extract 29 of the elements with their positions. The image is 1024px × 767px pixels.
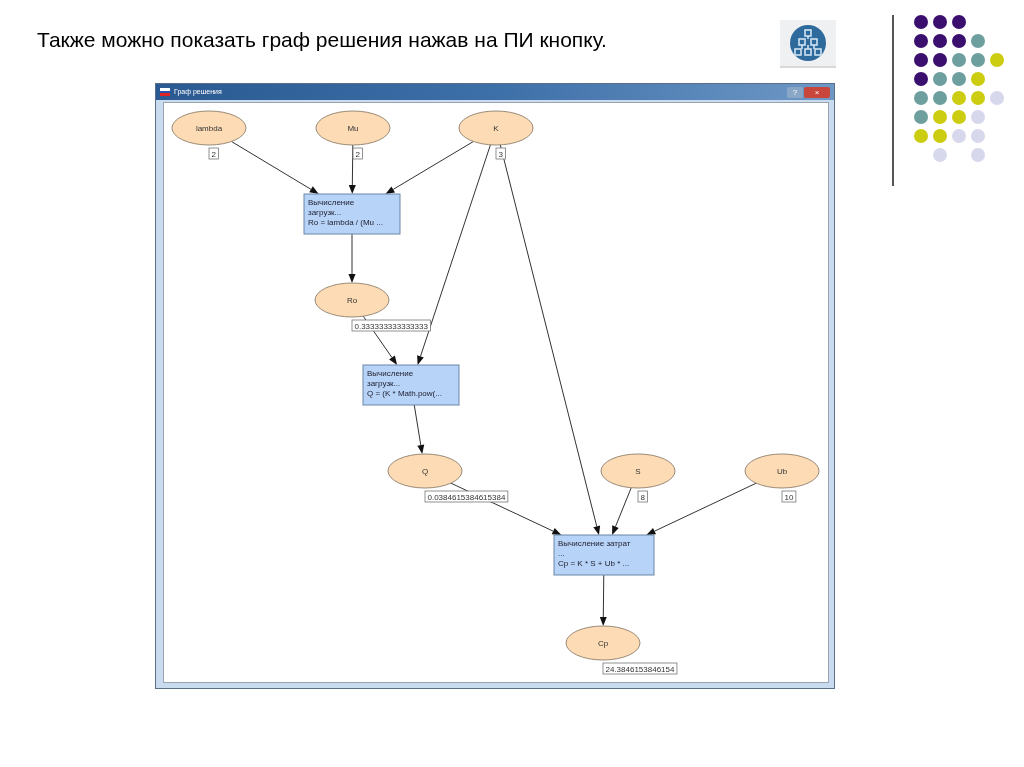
value-label: 24.3846153846154 — [602, 662, 678, 675]
node-label: Cp — [597, 639, 609, 648]
close-button[interactable]: × — [804, 86, 830, 98]
value-label: 2 — [352, 147, 363, 160]
node-label: K — [493, 124, 499, 133]
node-label: Ub — [776, 467, 788, 476]
flag-icon — [160, 88, 170, 96]
node-label: Mu — [347, 124, 359, 133]
node-label: Q — [421, 467, 429, 476]
arrow — [348, 144, 356, 194]
slide-heading: Также можно показать граф решения нажав на ПИ кнопку. — [37, 27, 607, 53]
arrow — [599, 574, 607, 626]
calculation-node: Вычисление загрузк... Q = (K * Math.pow(... — [362, 364, 460, 406]
node-label: Ro — [346, 296, 358, 305]
calculation-node: Вычисление загрузк... Ro = lambda / (Mu ... — [303, 193, 401, 235]
help-button[interactable]: ? — [787, 86, 803, 98]
value-label: 3 — [495, 147, 506, 160]
arrow — [413, 404, 425, 455]
value-label: 2 — [208, 147, 219, 160]
hierarchy-icon — [780, 20, 836, 68]
arrow — [348, 233, 356, 283]
node-label: lambda — [195, 124, 223, 133]
value-label: 0.0384615384615384 — [424, 490, 509, 503]
value-label: 8 — [637, 490, 648, 503]
arrow — [612, 487, 632, 535]
value-label: 0.333333333333333 — [351, 319, 431, 332]
node-label: S — [635, 467, 641, 476]
calculation-node: Вычисление затрат ... Cp = K * S + Ub * ... — [553, 534, 655, 576]
value-label: 10 — [781, 490, 797, 503]
